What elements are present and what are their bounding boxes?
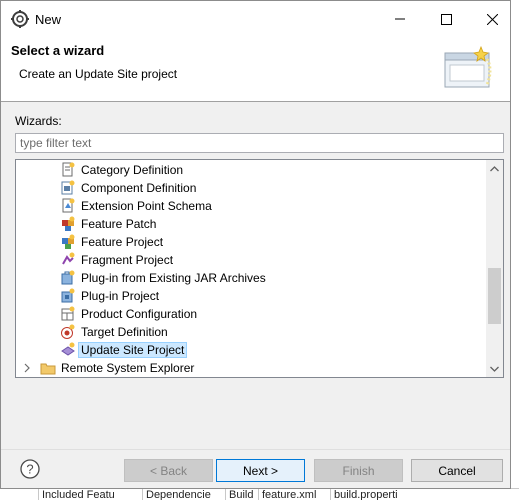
fragment-icon <box>62 252 75 265</box>
maximize-icon <box>440 13 452 25</box>
schema-icon <box>62 198 75 213</box>
category-icon <box>62 162 75 177</box>
jar-plugin-icon <box>61 270 75 285</box>
bg-tab: build.properti <box>330 489 398 500</box>
bg-tab: Dependencie <box>142 489 211 500</box>
maximize-button[interactable] <box>423 1 469 37</box>
tree-scrollbar[interactable] <box>486 160 503 377</box>
product-icon <box>61 306 75 321</box>
bg-tab: Included Featu <box>38 489 115 500</box>
tree-item-label: Target Definition <box>81 325 168 339</box>
minimize-icon <box>395 18 405 20</box>
component-icon <box>61 180 75 195</box>
target-icon <box>61 324 75 339</box>
next-button[interactable]: Next > <box>216 459 305 482</box>
tree-item-plugin-from-jar[interactable]: Plug-in from Existing JAR Archives <box>16 269 486 287</box>
background-editor-tabs: Included Featu Dependencie Build feature… <box>0 488 519 500</box>
tree-item-category-definition[interactable]: Category Definition <box>16 161 486 179</box>
new-wizard-banner-icon <box>444 45 492 88</box>
plugin-icon <box>61 288 75 303</box>
folder-icon <box>40 363 56 375</box>
tree-item-update-site-project[interactable]: Update Site Project <box>16 341 486 359</box>
title-bar: New <box>1 1 510 37</box>
wizards-label: Wizards: <box>15 114 62 128</box>
bg-tab: Build <box>225 489 253 500</box>
tree-item-component-definition[interactable]: Component Definition <box>16 179 486 197</box>
tree-item-label: Feature Project <box>81 235 164 249</box>
tree-item-label: Plug-in Project <box>81 289 160 303</box>
tree-item-feature-project[interactable]: Feature Project <box>16 233 486 251</box>
window-title: New <box>35 12 62 27</box>
wizard-tree[interactable]: Category Definition Component Definition… <box>15 159 504 378</box>
tree-item-label: Product Configuration <box>81 307 198 321</box>
wizard-header: Select a wizard Create an Update Site pr… <box>1 37 510 102</box>
scroll-up-button[interactable] <box>486 160 503 177</box>
tree-item-product-configuration[interactable]: Product Configuration <box>16 305 486 323</box>
chevron-right-icon[interactable] <box>22 363 32 373</box>
close-button[interactable] <box>469 1 510 37</box>
feature-patch-icon <box>62 216 75 231</box>
tree-item-label: Component Definition <box>81 181 197 195</box>
update-site-icon <box>61 342 75 356</box>
page-title: Select a wizard <box>11 43 105 58</box>
tree-item-target-definition[interactable]: Target Definition <box>16 323 486 341</box>
tree-item-label: Extension Point Schema <box>81 199 212 213</box>
back-button[interactable]: < Back <box>124 459 213 482</box>
tree-item-plugin-project[interactable]: Plug-in Project <box>16 287 486 305</box>
close-icon <box>486 13 498 25</box>
new-wizard-dialog: New Select a wizard Create an Update Sit… <box>0 0 511 489</box>
tree-item-extension-point-schema[interactable]: Extension Point Schema <box>16 197 486 215</box>
tree-item-remote-system-explorer[interactable]: Remote System Explorer <box>16 359 486 377</box>
feature-icon <box>62 234 75 249</box>
scroll-down-button[interactable] <box>486 360 503 377</box>
finish-button[interactable]: Finish <box>314 459 403 482</box>
tree-item-label: Category Definition <box>81 163 184 177</box>
tree-item-fragment-project[interactable]: Fragment Project <box>16 251 486 269</box>
tree-item-label: Plug-in from Existing JAR Archives <box>81 271 266 285</box>
page-description: Create an Update Site project <box>19 67 178 81</box>
tree-item-label: Fragment Project <box>81 253 174 267</box>
tree-item-label: Update Site Project <box>77 342 188 358</box>
help-icon[interactable]: ? <box>20 459 40 479</box>
wizard-tree-content: Category Definition Component Definition… <box>16 160 486 377</box>
chevron-down-icon <box>490 366 499 372</box>
tree-item-label: Remote System Explorer <box>61 361 195 375</box>
bg-tab: feature.xml <box>258 489 316 500</box>
svg-text:?: ? <box>26 462 33 477</box>
filter-input[interactable] <box>15 133 504 153</box>
cancel-button[interactable]: Cancel <box>411 459 503 482</box>
eclipse-gear-icon <box>11 10 29 28</box>
chevron-up-icon <box>490 165 499 171</box>
background-app-edge <box>510 0 519 500</box>
tree-item-label: Feature Patch <box>81 217 157 231</box>
scroll-thumb[interactable] <box>488 268 501 324</box>
minimize-button[interactable] <box>377 1 423 37</box>
footer-separator <box>1 449 510 450</box>
tree-item-feature-patch[interactable]: Feature Patch <box>16 215 486 233</box>
